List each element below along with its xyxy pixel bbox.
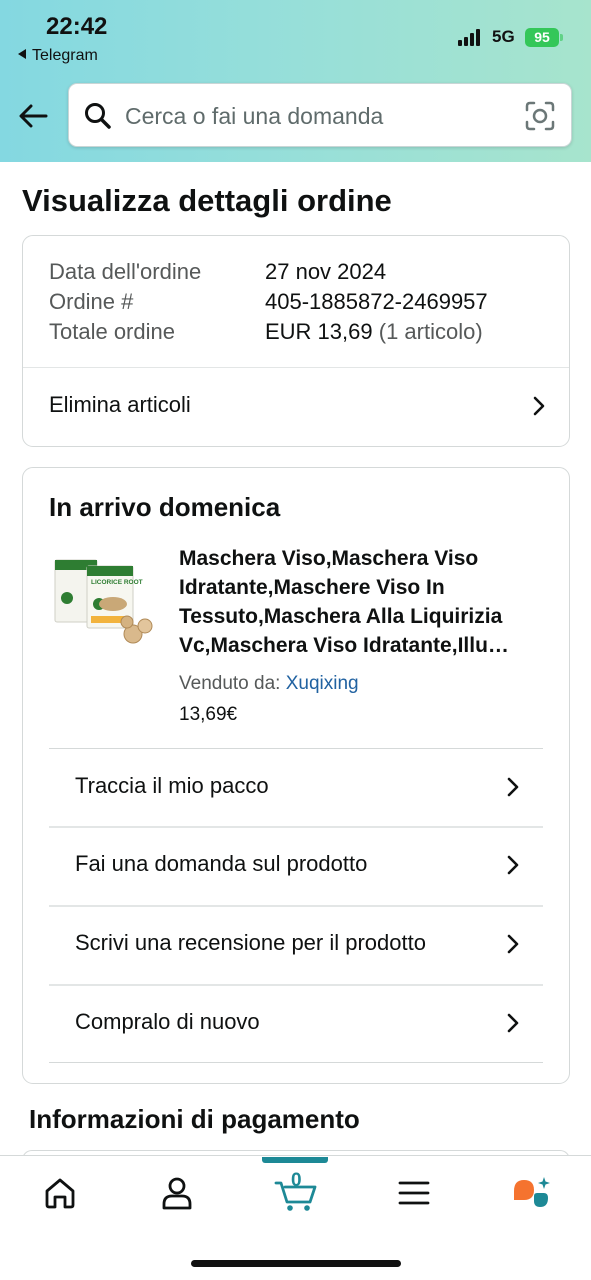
track-package-link[interactable]: Traccia il mio pacco: [23, 749, 569, 826]
active-tab-indicator: [262, 1157, 328, 1163]
chevron-right-icon: [533, 396, 545, 416]
product-price: 13,69€: [179, 704, 238, 725]
order-total-value: EUR 13,69 (1 articolo): [265, 319, 483, 345]
product-title-link[interactable]: Maschera Viso,Maschera Viso Idratante,Ma…: [179, 544, 549, 660]
app-header: 22:42 Telegram 5G 95: [0, 0, 591, 162]
write-review-link[interactable]: Scrivi una recensione per il prodotto: [23, 907, 569, 984]
search-icon: [85, 103, 111, 129]
battery-icon: 95: [525, 28, 559, 47]
sold-by: Venduto da: Xuqixing: [179, 673, 359, 695]
back-triangle-icon: [18, 49, 26, 59]
seller-link[interactable]: Xuqixing: [286, 673, 359, 694]
rufus-icon[interactable]: [510, 1173, 554, 1213]
chevron-right-icon: [507, 855, 519, 875]
chevron-right-icon: [507, 934, 519, 954]
sold-by-label: Venduto da:: [179, 673, 281, 694]
order-total-amount: EUR 13,69: [265, 319, 373, 344]
divider: [49, 1062, 543, 1063]
back-arrow-icon[interactable]: [16, 98, 52, 134]
back-to-app-link[interactable]: Telegram: [18, 47, 98, 65]
signal-icon: [458, 29, 484, 46]
page-title: Visualizza dettagli ordine: [22, 183, 392, 218]
chevron-right-icon: [507, 1013, 519, 1033]
order-date-row: Data dell'ordine 27 nov 2024: [49, 259, 386, 285]
order-number-row: Ordine # 405-1885872-2469957: [49, 289, 488, 315]
order-item-count: (1 articolo): [378, 319, 483, 344]
search-input[interactable]: [125, 100, 515, 132]
order-number-label: Ordine #: [49, 289, 134, 314]
search-bar[interactable]: [68, 83, 572, 147]
network-label: 5G: [492, 27, 515, 46]
order-total-label: Totale ordine: [49, 319, 175, 344]
menu-icon[interactable]: [394, 1173, 434, 1213]
status-time: 22:42: [46, 13, 108, 40]
ask-question-label: Fai una domanda sul prodotto: [75, 851, 368, 876]
track-package-label: Traccia il mio pacco: [75, 773, 269, 798]
payment-info-title: Informazioni di pagamento: [29, 1104, 360, 1134]
order-date-value: 27 nov 2024: [265, 259, 387, 284]
delivery-status-title: In arrivo domenica: [49, 492, 281, 522]
camera-scan-icon[interactable]: [524, 100, 556, 132]
delete-items-label: Elimina articoli: [49, 392, 191, 417]
order-total-row: Totale ordine EUR 13,69 (1 articolo): [49, 319, 483, 345]
product-image-text: LICORICE ROOT: [91, 579, 143, 586]
home-indicator[interactable]: [191, 1260, 401, 1267]
order-summary-card: Data dell'ordine 27 nov 2024 Ordine # 40…: [22, 235, 570, 447]
delete-items-link[interactable]: Elimina articoli: [23, 368, 569, 446]
buy-again-label: Compralo di nuovo: [75, 1009, 260, 1034]
battery-tip: [560, 34, 563, 41]
back-app-label: Telegram: [32, 47, 98, 64]
account-icon[interactable]: [157, 1173, 197, 1213]
buy-again-link[interactable]: Compralo di nuovo: [23, 986, 569, 1063]
home-icon[interactable]: [40, 1173, 80, 1213]
order-date-label: Data dell'ordine: [49, 259, 202, 284]
cart-count: 0: [291, 1170, 302, 1191]
product-image[interactable]: LICORICE ROOT: [51, 554, 157, 650]
shipment-card: In arrivo domenica LICORICE ROOT Mascher…: [22, 467, 570, 1084]
order-number-value: 405-1885872-2469957: [265, 289, 488, 314]
chevron-right-icon: [507, 777, 519, 797]
battery-level: 95: [534, 29, 550, 45]
ask-question-link[interactable]: Fai una domanda sul prodotto: [23, 828, 569, 905]
write-review-label: Scrivi una recensione per il prodotto: [75, 930, 426, 955]
